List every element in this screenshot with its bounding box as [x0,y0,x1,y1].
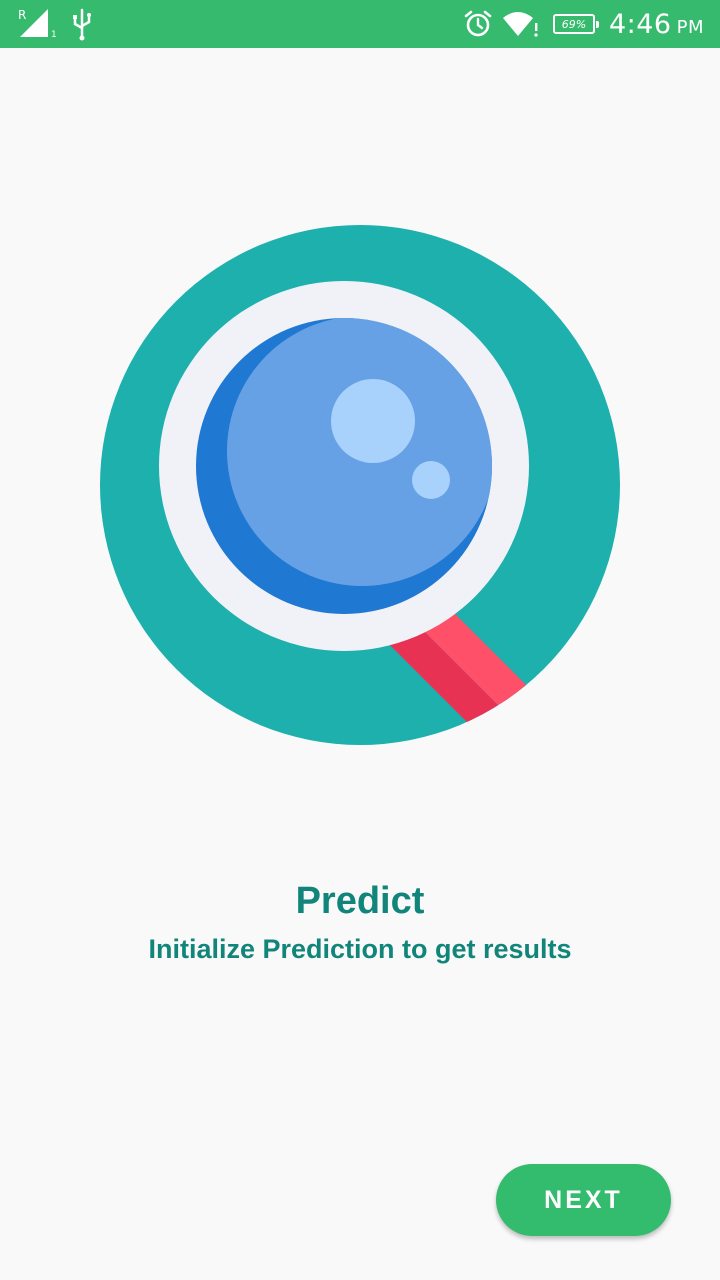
magnifier-icon [100,225,620,745]
signal-icon: R 1 [18,8,91,41]
page-subtitle: Initialize Prediction to get results [148,934,572,964]
battery-level: 69% [561,17,587,31]
clock-time: 4:46 [608,8,672,40]
status-left-group: R 1 [18,6,128,42]
status-right-group: 69% 4:46 PM [463,0,704,48]
clock-ampm: PM [676,16,704,38]
usb-icon [73,8,91,41]
page-title: Predict [295,880,425,922]
status-bar: R 1 69% 4:46 PM [0,0,720,48]
wifi-icon [502,12,538,37]
next-button[interactable]: NEXT [496,1164,671,1236]
alarm-icon [464,10,492,37]
svg-text:1: 1 [51,30,57,40]
roaming-indicator: R [18,8,26,22]
clock: 4:46 PM [609,9,704,40]
battery-icon: 69% [552,14,599,34]
